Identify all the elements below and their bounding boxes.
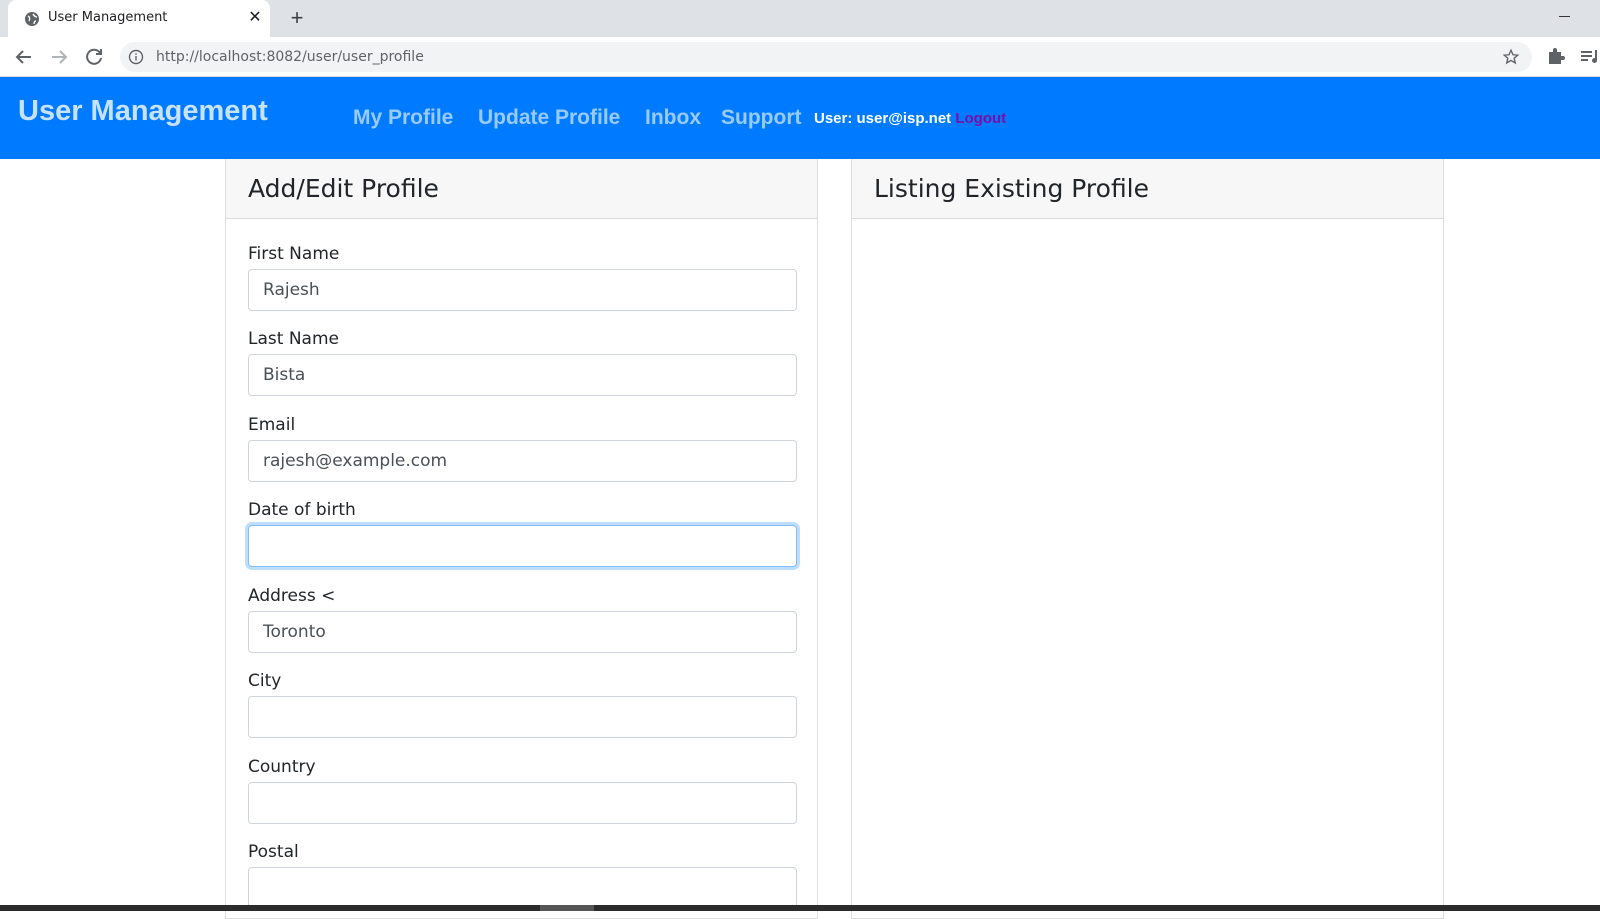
address-group: Address < — [248, 584, 797, 653]
address-label: Address < — [248, 586, 336, 606]
date-of-birth-group: Date of birth — [248, 498, 797, 567]
plus-icon[interactable]: + — [286, 7, 308, 29]
nav-link-inbox[interactable]: Inbox — [645, 106, 701, 130]
last-name-group: Last Name — [248, 327, 797, 396]
city-input[interactable] — [248, 696, 797, 738]
logout-link[interactable]: Logout — [955, 110, 1006, 127]
date-of-birth-input[interactable] — [248, 525, 797, 567]
country-label: Country — [248, 757, 316, 777]
country-group: Country — [248, 755, 797, 824]
nav-link-my-profile[interactable]: My Profile — [353, 106, 453, 130]
back-icon[interactable] — [12, 45, 36, 69]
current-user-label: User: user@isp.net — [814, 110, 952, 127]
email-group: Email — [248, 413, 797, 482]
scrollbar-thumb[interactable] — [540, 905, 594, 911]
card-title: Add/Edit Profile — [226, 159, 817, 219]
puzzle-icon[interactable] — [1546, 46, 1566, 66]
postal-label: Postal — [248, 842, 299, 862]
tab-title: User Management — [48, 10, 168, 25]
country-input[interactable] — [248, 782, 797, 824]
nav-link-update-profile[interactable]: Update Profile — [478, 106, 620, 130]
reload-icon[interactable] — [82, 45, 106, 69]
city-label: City — [248, 671, 282, 691]
url-host: http://localhost — [156, 49, 262, 65]
city-group: City — [248, 669, 797, 738]
address-input[interactable] — [248, 611, 797, 653]
postal-group: Postal — [248, 840, 797, 909]
first-name-label: First Name — [248, 244, 340, 264]
first-name-input[interactable] — [248, 269, 797, 311]
browser-toolbar: http://localhost:8082/user/user_profile — [0, 37, 1600, 77]
email-label: Email — [248, 415, 296, 435]
last-name-label: Last Name — [248, 329, 339, 349]
navbar-brand[interactable]: User Management — [18, 95, 268, 128]
app-navbar: User Management My Profile Update Profil… — [0, 77, 1600, 159]
star-icon[interactable] — [1502, 48, 1520, 66]
listing-profile-card: Listing Existing Profile — [851, 159, 1444, 919]
taskbar — [0, 905, 1600, 911]
browser-tabstrip: User Management ✕ + — [0, 0, 1600, 37]
date-of-birth-label: Date of birth — [248, 500, 356, 520]
add-edit-profile-card: Add/Edit Profile First Name Last Name Em… — [225, 159, 818, 919]
postal-input[interactable] — [248, 867, 797, 909]
card-title: Listing Existing Profile — [852, 159, 1443, 219]
url-text: http://localhost:8082/user/user_profile — [156, 49, 424, 65]
first-name-group: First Name — [248, 242, 797, 311]
media-icon[interactable] — [1580, 46, 1600, 66]
close-icon[interactable]: ✕ — [246, 9, 264, 27]
email-input[interactable] — [248, 440, 797, 482]
window-minimize-button[interactable] — [1550, 4, 1580, 28]
info-icon[interactable] — [128, 49, 144, 65]
user-info: User: user@isp.net Logout — [814, 110, 1006, 127]
address-bar[interactable]: http://localhost:8082/user/user_profile — [120, 42, 1532, 72]
browser-tab[interactable]: User Management ✕ — [8, 0, 270, 37]
url-path: :8082/user/user_profile — [261, 49, 424, 65]
nav-link-support[interactable]: Support — [721, 106, 801, 130]
last-name-input[interactable] — [248, 354, 797, 396]
globe-icon — [25, 12, 39, 26]
forward-icon[interactable] — [47, 45, 71, 69]
